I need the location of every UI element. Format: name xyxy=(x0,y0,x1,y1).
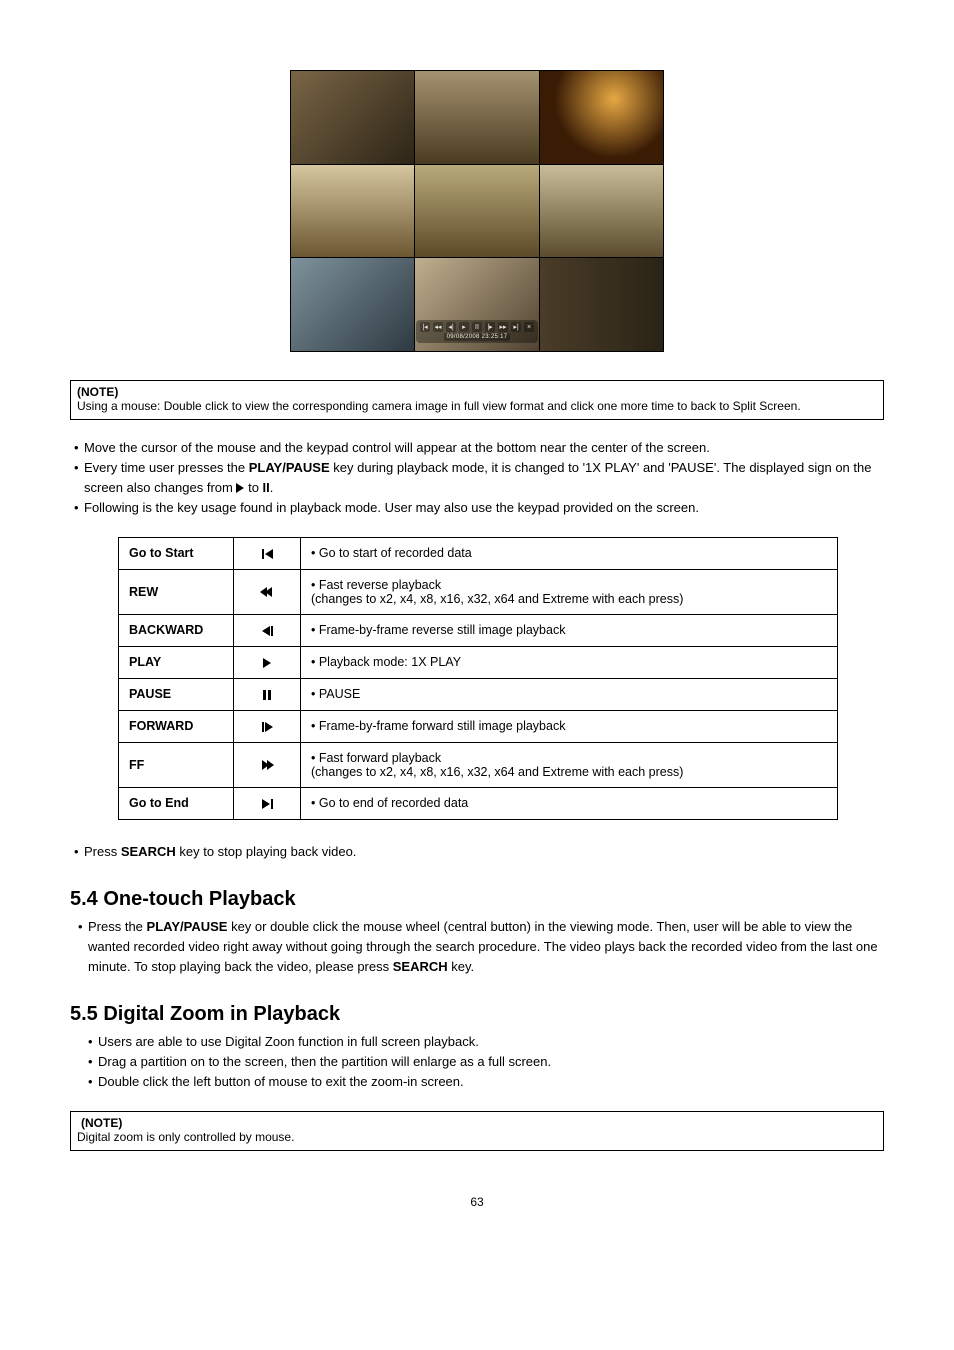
table-row: FF • Fast forward playback(changes to x2,… xyxy=(119,742,838,787)
table-row: Go to Start • Go to start of recorded dat… xyxy=(119,537,838,569)
gotostart-icon xyxy=(234,537,301,569)
camera-cell xyxy=(415,71,538,164)
bullet-text: Move the cursor of the mouse and the key… xyxy=(84,438,884,458)
key-description: • Frame-by-frame reverse still image pla… xyxy=(301,614,838,646)
playback-keys-table: Go to Start • Go to start of recorded dat… xyxy=(118,537,838,820)
forward-icon xyxy=(234,710,301,742)
note-mouse-doubleclick: (NOTE) Using a mouse: Double click to vi… xyxy=(70,380,884,420)
key-description: • Frame-by-frame forward still image pla… xyxy=(301,710,838,742)
table-row: BACKWARD • Frame-by-frame reverse still i… xyxy=(119,614,838,646)
ff-icon xyxy=(234,742,301,787)
backward-icon xyxy=(234,614,301,646)
note-title: (NOTE) xyxy=(77,385,118,399)
key-description: • Go to end of recorded data xyxy=(301,787,838,819)
table-row: FORWARD • Frame-by-frame forward still im… xyxy=(119,710,838,742)
bullet-text: Users are able to use Digital Zoon funct… xyxy=(98,1032,884,1052)
stop-playback-text: Press SEARCH key to stop playing back vi… xyxy=(84,842,884,862)
osd-timestamp: 09/08/2008 23:25:17 xyxy=(444,333,511,341)
table-row: PAUSE • PAUSE xyxy=(119,678,838,710)
section-5-4-heading: 5.4 One-touch Playback xyxy=(70,888,884,911)
one-touch-playback-body: •Press the PLAY/PAUSE key or double clic… xyxy=(74,917,884,977)
camera-cell xyxy=(291,165,414,258)
note-body: Digital zoom is only controlled by mouse… xyxy=(77,1130,294,1144)
key-name: FORWARD xyxy=(119,710,234,742)
key-name: Go to End xyxy=(119,787,234,819)
one-touch-playback-text: Press the PLAY/PAUSE key or double click… xyxy=(88,917,884,977)
note-body: Using a mouse: Double click to view the … xyxy=(77,399,801,413)
osd-pause-icon: II xyxy=(472,322,482,332)
camera-cell xyxy=(540,258,663,351)
key-name: Go to Start xyxy=(119,537,234,569)
osd-close-icon: × xyxy=(524,322,534,332)
camera-cell xyxy=(540,71,663,164)
rew-icon xyxy=(234,569,301,614)
camera-cell xyxy=(291,258,414,351)
play-icon xyxy=(234,646,301,678)
key-name: REW xyxy=(119,569,234,614)
digital-zoom-list: •Users are able to use Digital Zoon func… xyxy=(84,1032,884,1092)
section-5-5-heading: 5.5 Digital Zoom in Playback xyxy=(70,1003,884,1026)
playback-notes-list: •Move the cursor of the mouse and the ke… xyxy=(70,438,884,519)
key-name: FF xyxy=(119,742,234,787)
key-name: PLAY xyxy=(119,646,234,678)
note-title: (NOTE) xyxy=(81,1116,122,1130)
note-digital-zoom: (NOTE) Digital zoom is only controlled b… xyxy=(70,1111,884,1151)
table-row: REW • Fast reverse playback(changes to x2… xyxy=(119,569,838,614)
gotoend-icon xyxy=(234,787,301,819)
key-description: • PAUSE xyxy=(301,678,838,710)
camera-cell xyxy=(540,165,663,258)
pause-icon xyxy=(234,678,301,710)
osd-play-icon: ▸ xyxy=(459,322,469,332)
osd-rew-icon: ◂◂ xyxy=(433,322,443,332)
bullet-text: Double click the left button of mouse to… xyxy=(98,1072,884,1092)
playback-screenshot: |◂ ◂◂ ◂| ▸ II |▸ ▸▸ ▸| × 09/08/2008 23:2… xyxy=(290,70,664,352)
camera-cell xyxy=(291,71,414,164)
key-name: BACKWARD xyxy=(119,614,234,646)
bullet-text: Following is the key usage found in play… xyxy=(84,498,884,518)
bullet-text: Every time user presses the PLAY/PAUSE k… xyxy=(84,458,884,498)
osd-gotoend-icon: ▸| xyxy=(511,322,521,332)
camera-cell xyxy=(415,165,538,258)
key-description: • Fast forward playback(changes to x2, x… xyxy=(301,742,838,787)
key-name: PAUSE xyxy=(119,678,234,710)
key-description: • Fast reverse playback(changes to x2, x… xyxy=(301,569,838,614)
osd-backward-icon: ◂| xyxy=(446,322,456,332)
page-number: 63 xyxy=(70,1195,884,1209)
key-description: • Playback mode: 1X PLAY xyxy=(301,646,838,678)
stop-playback-note: •Press SEARCH key to stop playing back v… xyxy=(70,842,884,862)
playback-osd: |◂ ◂◂ ◂| ▸ II |▸ ▸▸ ▸| × 09/08/2008 23:2… xyxy=(416,320,538,343)
osd-forward-icon: |▸ xyxy=(485,322,495,332)
bullet-text: Drag a partition on to the screen, then … xyxy=(98,1052,884,1072)
key-description: • Go to start of recorded data xyxy=(301,537,838,569)
table-row: Go to End • Go to end of recorded data xyxy=(119,787,838,819)
table-row: PLAY • Playback mode: 1X PLAY xyxy=(119,646,838,678)
osd-ff-icon: ▸▸ xyxy=(498,322,508,332)
osd-gotostart-icon: |◂ xyxy=(420,322,430,332)
